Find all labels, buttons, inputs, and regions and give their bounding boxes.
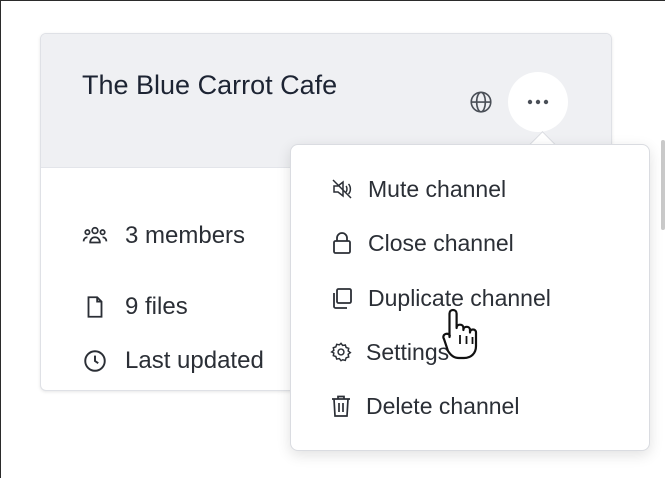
more-options-button[interactable] <box>508 72 568 132</box>
menu-item-label: Close channel <box>368 229 514 256</box>
clock-icon <box>82 348 108 374</box>
updated-row: Last updated <box>82 346 264 376</box>
users-icon <box>82 223 108 249</box>
channel-options-menu: Mute channel Close channel Duplicate cha… <box>290 144 650 451</box>
speaker-muted-icon <box>330 177 354 201</box>
channel-title: The Blue Carrot Cafe <box>82 70 338 100</box>
copy-icon <box>330 286 354 310</box>
files-row: 9 files <box>82 292 188 322</box>
menu-item-settings[interactable]: Settings <box>330 335 449 369</box>
files-count: 9 files <box>125 293 188 320</box>
menu-item-delete-channel[interactable]: Delete channel <box>330 389 519 423</box>
scrollbar[interactable] <box>661 140 665 230</box>
lock-icon <box>330 230 354 256</box>
members-count: 3 members <box>125 222 246 249</box>
menu-item-label: Delete channel <box>366 392 520 419</box>
menu-item-label: Settings <box>366 338 450 365</box>
last-updated-text: Last updated <box>125 347 264 374</box>
menu-item-mute-channel[interactable]: Mute channel <box>330 172 506 206</box>
menu-item-close-channel[interactable]: Close channel <box>330 226 514 260</box>
file-icon <box>82 294 108 320</box>
gear-icon <box>330 341 352 363</box>
ellipsis-icon <box>527 99 549 105</box>
members-row: 3 members <box>82 221 245 251</box>
hand-pointer-cursor-icon <box>440 306 482 362</box>
menu-item-label: Mute channel <box>368 175 507 202</box>
globe-icon <box>468 89 494 115</box>
trash-icon <box>330 394 352 418</box>
